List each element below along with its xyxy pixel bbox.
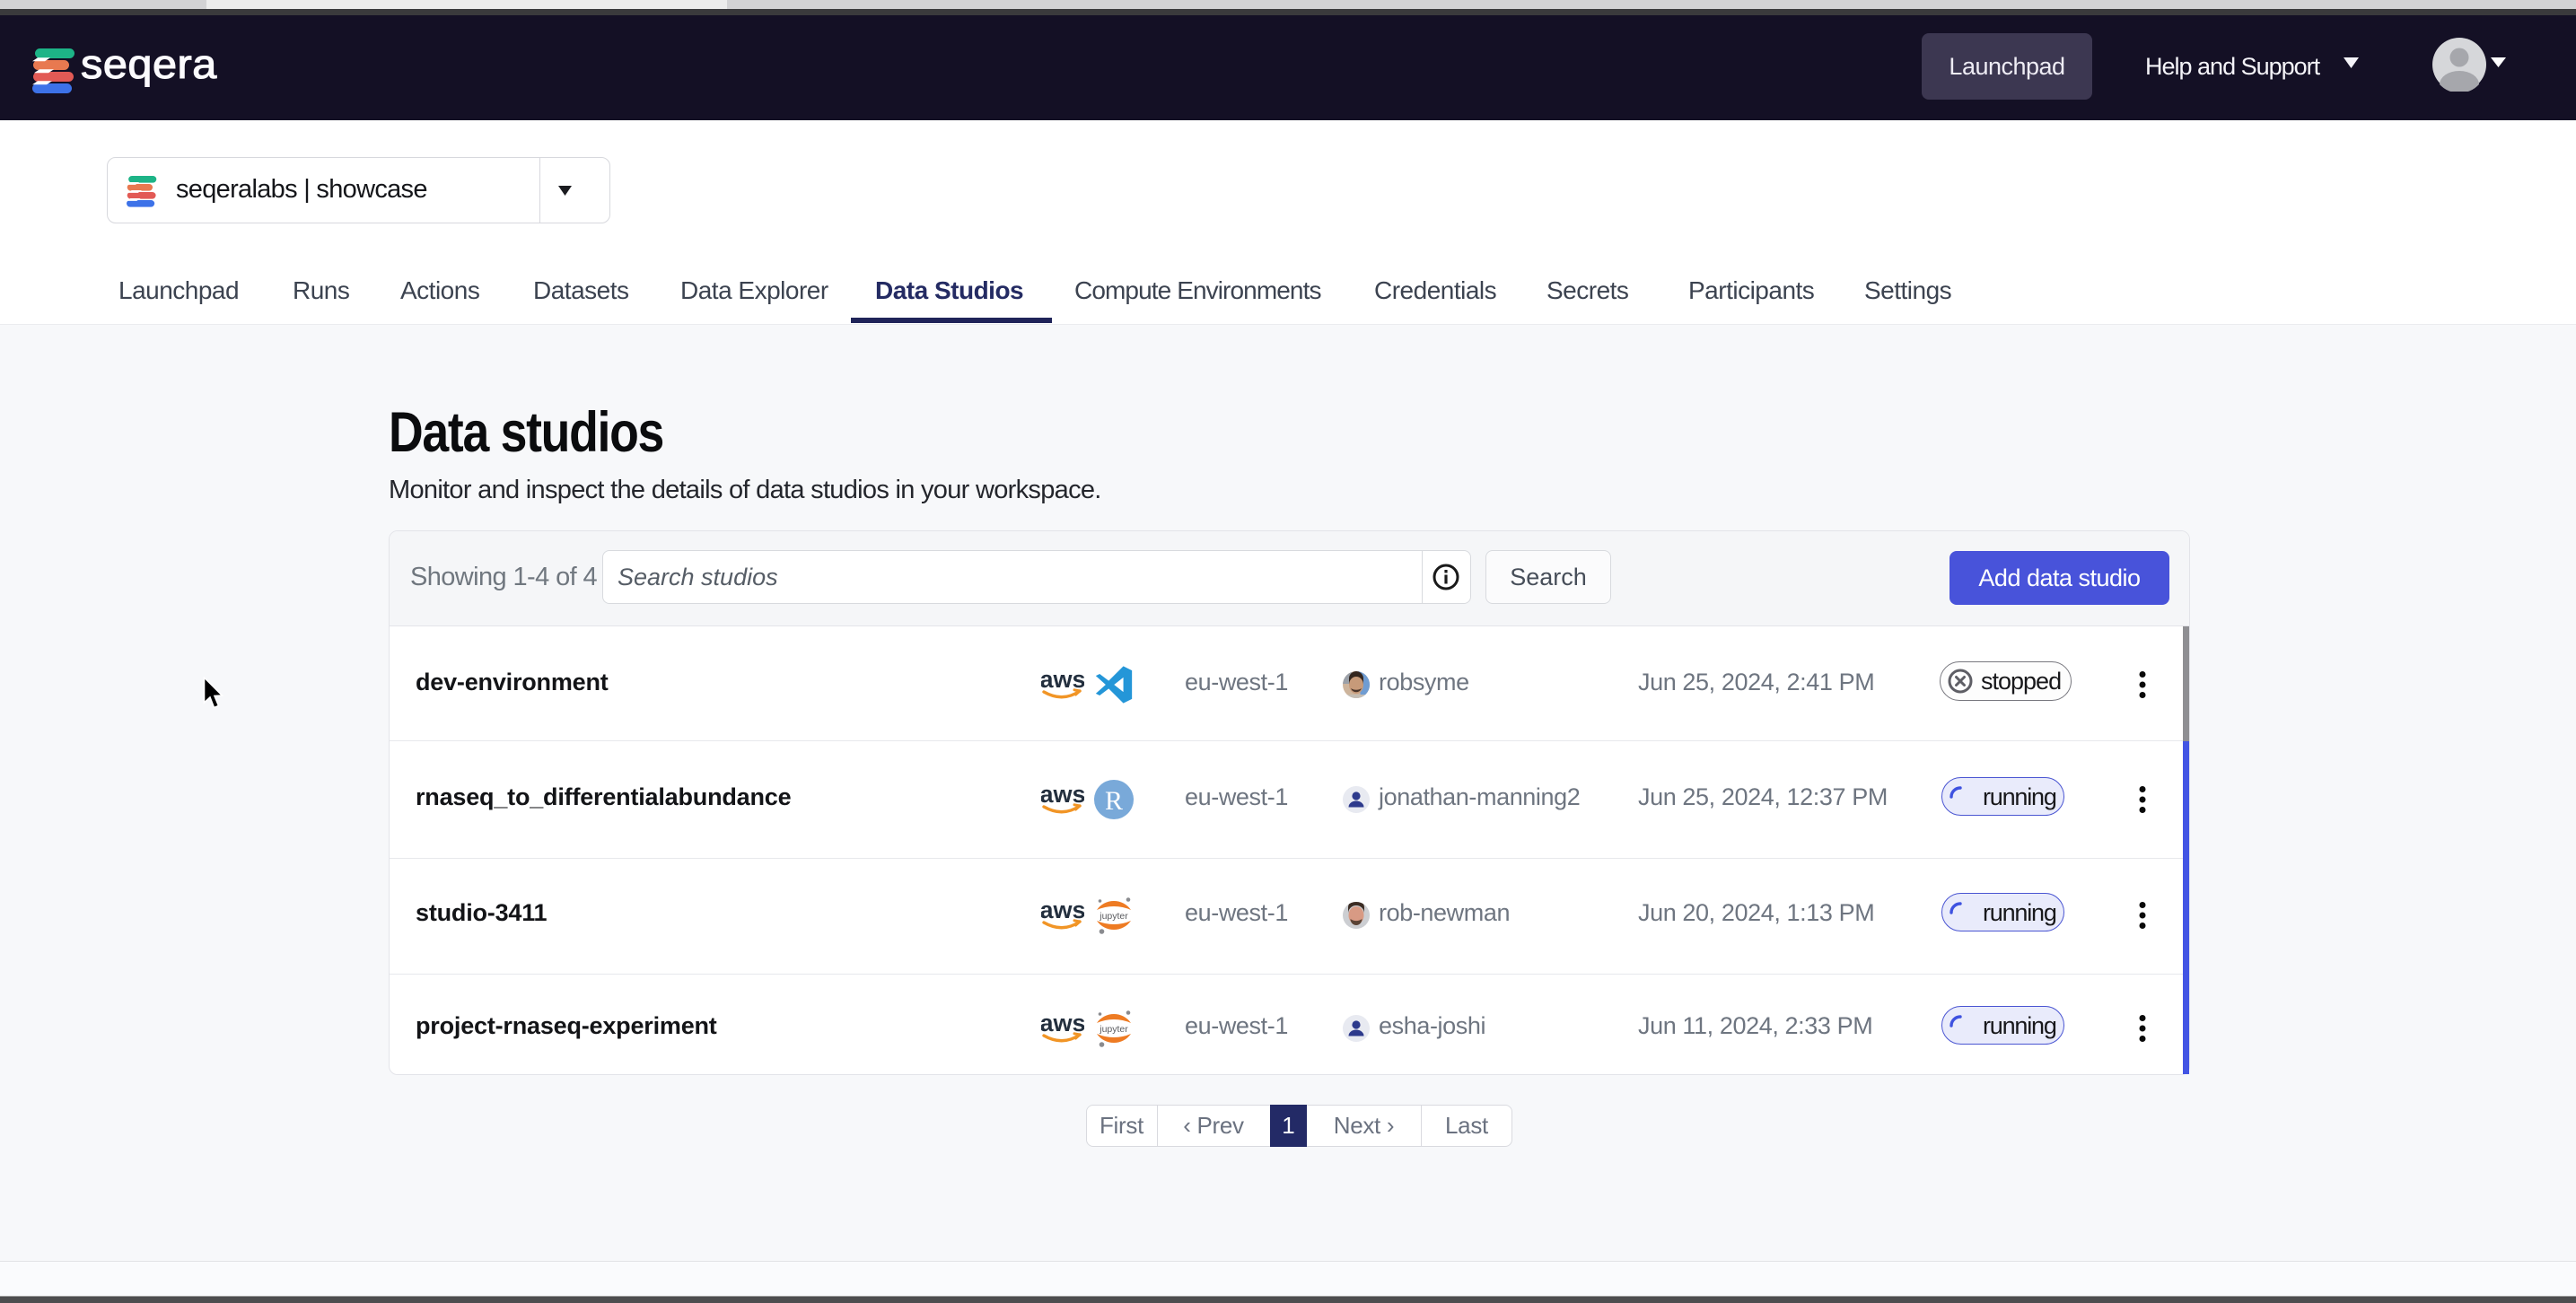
svg-text:aws: aws: [1041, 1011, 1084, 1036]
svg-text:aws: aws: [1041, 783, 1084, 808]
svg-text:jupyter: jupyter: [1099, 911, 1128, 922]
svg-text:aws: aws: [1041, 898, 1084, 923]
svg-text:jupyter: jupyter: [1099, 1024, 1128, 1035]
svg-text:R: R: [1105, 786, 1123, 816]
svg-text:aws: aws: [1041, 668, 1084, 693]
